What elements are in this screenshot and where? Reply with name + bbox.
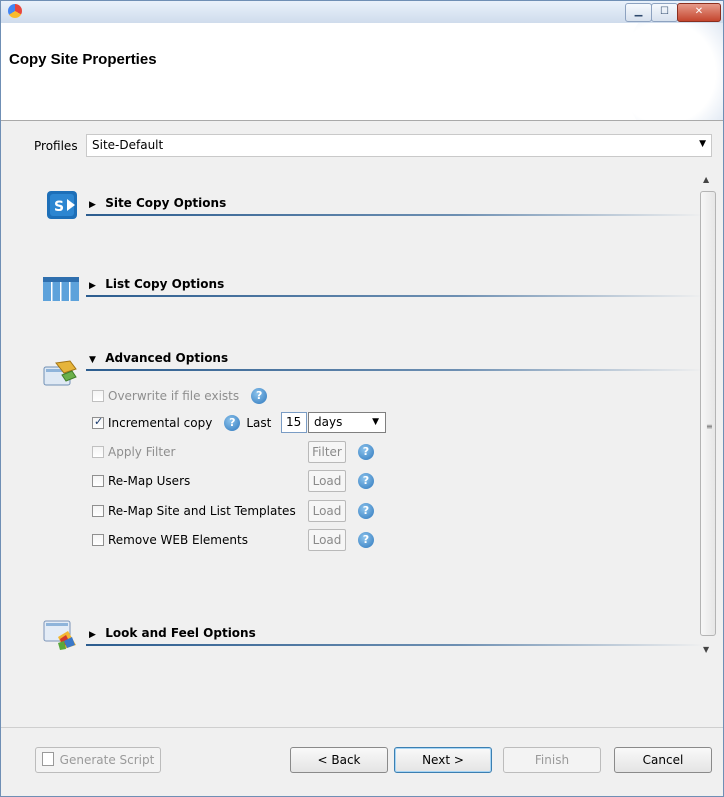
advanced-options-label: Advanced Options [105, 351, 229, 365]
next-button[interactable]: Next > [394, 747, 492, 773]
section-divider [86, 295, 704, 297]
chevron-down-icon: ▼ [372, 417, 379, 427]
incremental-copy-option: Incremental copy ? Last [92, 414, 271, 432]
help-icon[interactable]: ? [358, 503, 374, 519]
expand-arrow-icon: ▶ [89, 281, 96, 291]
list-copy-options-header[interactable]: ▶ List Copy Options [89, 277, 224, 295]
wizard-header: Copy Site Properties [1, 23, 723, 121]
filter-button[interactable]: Filter [308, 441, 346, 463]
scroll-down-arrow-icon[interactable]: ▼ [703, 645, 709, 654]
incremental-copy-checkbox[interactable] [92, 415, 104, 429]
app-icon [8, 4, 22, 18]
load-templates-button[interactable]: Load [308, 500, 346, 522]
expand-arrow-icon: ▶ [89, 630, 96, 640]
remap-users-checkbox[interactable] [92, 475, 104, 487]
profiles-label: Profiles [34, 139, 78, 153]
remove-web-elements-label: Remove WEB Elements [108, 533, 248, 547]
look-and-feel-options-label: Look and Feel Options [105, 626, 256, 640]
help-icon[interactable]: ? [224, 415, 241, 431]
scroll-up-arrow-icon[interactable]: ▲ [703, 175, 709, 184]
footer-divider [1, 727, 723, 728]
load-web-elements-button[interactable]: Load [308, 529, 346, 551]
profiles-dropdown[interactable]: Site-Default ▼ [86, 134, 712, 157]
page-title: Copy Site Properties [9, 51, 157, 68]
close-button[interactable]: ✕ [677, 3, 721, 22]
generate-script-label: Generate Script [59, 753, 155, 767]
title-bar: ▁ ☐ ✕ [1, 1, 723, 23]
apply-filter-label: Apply Filter [108, 445, 176, 459]
collapse-arrow-icon: ▼ [89, 355, 96, 365]
list-icon [42, 275, 79, 307]
remove-web-elements-option: Remove WEB Elements [92, 531, 248, 549]
cancel-button[interactable]: Cancel [614, 747, 712, 773]
script-document-icon [41, 752, 54, 766]
help-icon[interactable]: ? [358, 444, 374, 460]
generate-script-button[interactable]: Generate Script [35, 747, 161, 773]
section-divider [86, 644, 704, 646]
overwrite-label: Overwrite if file exists [108, 389, 240, 403]
svg-text:S: S [54, 199, 64, 215]
remap-templates-checkbox[interactable] [92, 505, 104, 517]
options-panel: S ▶ Site Copy Options ▶ List Copy Option… [34, 171, 704, 659]
minimize-button[interactable]: ▁ [625, 3, 652, 22]
remove-web-elements-checkbox[interactable] [92, 534, 104, 546]
remap-users-option: Re-Map Users [92, 472, 190, 490]
last-label: Last [246, 416, 272, 430]
look-and-feel-options-header[interactable]: ▶ Look and Feel Options [89, 626, 256, 644]
profiles-selected-value: Site-Default [92, 138, 164, 152]
expand-arrow-icon: ▶ [89, 200, 96, 210]
incremental-copy-label: Incremental copy [108, 416, 213, 430]
apply-filter-checkbox[interactable] [92, 446, 104, 458]
remap-users-label: Re-Map Users [108, 474, 191, 488]
maximize-button[interactable]: ☐ [651, 3, 678, 22]
scroll-thumb[interactable]: ≡ [700, 191, 716, 636]
copy-site-properties-window: ▁ ☐ ✕ Copy Site Properties Profiles Site… [0, 0, 724, 797]
site-copy-options-header[interactable]: ▶ Site Copy Options [89, 196, 226, 214]
list-copy-options-label: List Copy Options [105, 277, 225, 291]
incremental-count-input[interactable]: 15 [281, 412, 307, 433]
overwrite-option: Overwrite if file exists ? [92, 387, 268, 405]
vertical-scrollbar[interactable]: ▲ ≡ ▼ [699, 171, 717, 659]
overwrite-checkbox[interactable] [92, 390, 104, 402]
apply-filter-option: Apply Filter [92, 443, 175, 461]
section-divider [86, 369, 704, 371]
chevron-down-icon: ▼ [699, 139, 706, 149]
remap-templates-option: Re-Map Site and List Templates [92, 502, 296, 520]
back-button[interactable]: < Back [290, 747, 388, 773]
remap-templates-label: Re-Map Site and List Templates [108, 504, 296, 518]
help-icon[interactable]: ? [251, 388, 268, 404]
advanced-options-icon [42, 357, 78, 389]
advanced-options-header[interactable]: ▼ Advanced Options [89, 351, 228, 369]
grip-icon: ≡ [706, 422, 713, 431]
sharepoint-icon: S [45, 189, 81, 221]
section-divider [86, 214, 704, 216]
help-icon[interactable]: ? [358, 473, 374, 489]
incremental-unit-dropdown[interactable]: days ▼ [308, 412, 386, 433]
load-users-button[interactable]: Load [308, 470, 346, 492]
incremental-unit-value: days [314, 415, 343, 429]
site-copy-options-label: Site Copy Options [105, 196, 227, 210]
finish-button[interactable]: Finish [503, 747, 601, 773]
help-icon[interactable]: ? [358, 532, 374, 548]
look-and-feel-icon [42, 617, 78, 650]
